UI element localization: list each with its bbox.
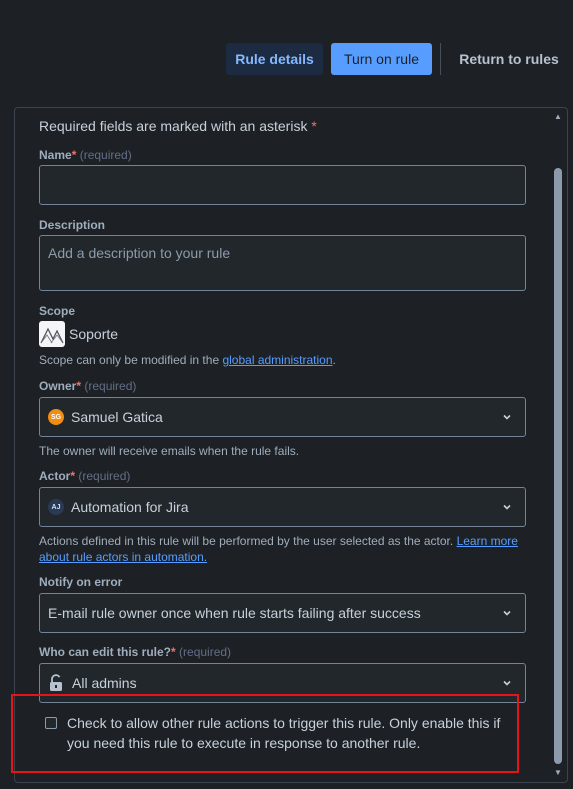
scrollbar-thumb[interactable] bbox=[554, 168, 562, 764]
required-fields-note: Required fields are marked with an aster… bbox=[39, 118, 317, 134]
scope-value: Soporte bbox=[69, 326, 119, 342]
owner-helper: The owner will receive emails when the r… bbox=[39, 444, 300, 458]
required-tag: (required) bbox=[179, 645, 232, 659]
owner-avatar: SG bbox=[48, 409, 64, 425]
who-can-edit-label: Who can edit this rule?* (required) bbox=[39, 645, 231, 659]
chevron-down-icon[interactable] bbox=[501, 411, 513, 423]
required-tag: (required) bbox=[84, 379, 137, 393]
required-star: * bbox=[76, 379, 82, 393]
actor-label: Actor* (required) bbox=[39, 469, 130, 483]
who-can-edit-select[interactable]: All admins bbox=[39, 663, 526, 703]
learn-more-link[interactable]: Learn more bbox=[457, 534, 518, 548]
unlock-icon bbox=[50, 674, 62, 691]
required-tag: (required) bbox=[78, 469, 131, 483]
scope-helper: Scope can only be modified in the global… bbox=[39, 352, 336, 368]
scope-label: Scope bbox=[39, 304, 76, 318]
required-note-text: Required fields are marked with an aster… bbox=[39, 118, 308, 134]
actor-select[interactable]: AJ Automation for Jira bbox=[39, 487, 526, 527]
rule-actors-link[interactable]: about rule actors in automation. bbox=[39, 550, 207, 564]
who-can-edit-selected-value: All admins bbox=[48, 664, 137, 702]
scroll-up-icon[interactable]: ▲ bbox=[553, 112, 563, 122]
allow-trigger-line2: you need this rule to execute in respons… bbox=[67, 735, 421, 751]
project-avatar-icon bbox=[39, 321, 65, 347]
panel-scrollbar[interactable]: ▲ ▼ bbox=[551, 110, 565, 780]
top-action-bar: Rule details Turn on rule Return to rule… bbox=[0, 0, 573, 100]
rule-details-button[interactable]: Rule details bbox=[226, 43, 323, 75]
global-administration-link[interactable]: global administration bbox=[222, 353, 332, 367]
scope-helper-text: Scope can only be modified in the bbox=[39, 353, 223, 367]
required-tag: (required) bbox=[79, 148, 132, 162]
actor-label-text: Actor bbox=[39, 469, 71, 483]
actor-selected-value: AJ Automation for Jira bbox=[48, 488, 189, 526]
allow-trigger-checkbox[interactable] bbox=[45, 717, 57, 729]
who-can-edit-value: All admins bbox=[72, 675, 137, 691]
chevron-down-icon[interactable] bbox=[501, 607, 513, 619]
actor-name: Automation for Jira bbox=[71, 499, 189, 515]
chevron-down-icon[interactable] bbox=[501, 501, 513, 513]
description-label: Description bbox=[39, 218, 106, 232]
required-star: * bbox=[70, 469, 76, 483]
required-star: * bbox=[311, 118, 317, 134]
owner-select[interactable]: SG Samuel Gatica bbox=[39, 397, 526, 437]
who-can-edit-label-text: Who can edit this rule? bbox=[39, 645, 172, 659]
allow-trigger-label: Check to allow other rule actions to tri… bbox=[67, 713, 500, 753]
notify-label: Notify on error bbox=[39, 575, 123, 589]
chevron-down-icon[interactable] bbox=[501, 677, 513, 689]
description-placeholder: Add a description to your rule bbox=[48, 245, 231, 261]
name-label: Name* (required) bbox=[39, 148, 132, 162]
description-textarea[interactable]: Add a description to your rule bbox=[39, 235, 526, 291]
name-input[interactable] bbox=[39, 165, 526, 205]
required-star: * bbox=[171, 645, 176, 659]
actor-helper-text: Actions defined in this rule will be per… bbox=[39, 534, 457, 548]
rule-details-panel: Required fields are marked with an aster… bbox=[14, 107, 568, 783]
notify-select[interactable]: E-mail rule owner once when rule starts … bbox=[39, 593, 526, 633]
name-label-text: Name bbox=[39, 148, 72, 162]
allow-trigger-line1: Check to allow other rule actions to tri… bbox=[67, 715, 501, 731]
scope-helper-suffix: . bbox=[332, 353, 336, 367]
turn-on-rule-button[interactable]: Turn on rule bbox=[331, 43, 432, 75]
required-star: * bbox=[71, 148, 77, 162]
notify-selected-value: E-mail rule owner once when rule starts … bbox=[48, 605, 421, 621]
scope-value-row: Soporte bbox=[39, 321, 118, 347]
actor-avatar: AJ bbox=[48, 499, 64, 515]
owner-selected-value: SG Samuel Gatica bbox=[48, 398, 163, 436]
actor-helper: Actions defined in this rule will be per… bbox=[39, 533, 529, 565]
scroll-down-icon[interactable]: ▼ bbox=[553, 768, 563, 778]
owner-label: Owner* (required) bbox=[39, 379, 136, 393]
owner-name: Samuel Gatica bbox=[71, 409, 163, 425]
return-to-rules-button[interactable]: Return to rules bbox=[449, 43, 569, 75]
owner-label-text: Owner bbox=[39, 379, 77, 393]
divider bbox=[440, 43, 441, 75]
